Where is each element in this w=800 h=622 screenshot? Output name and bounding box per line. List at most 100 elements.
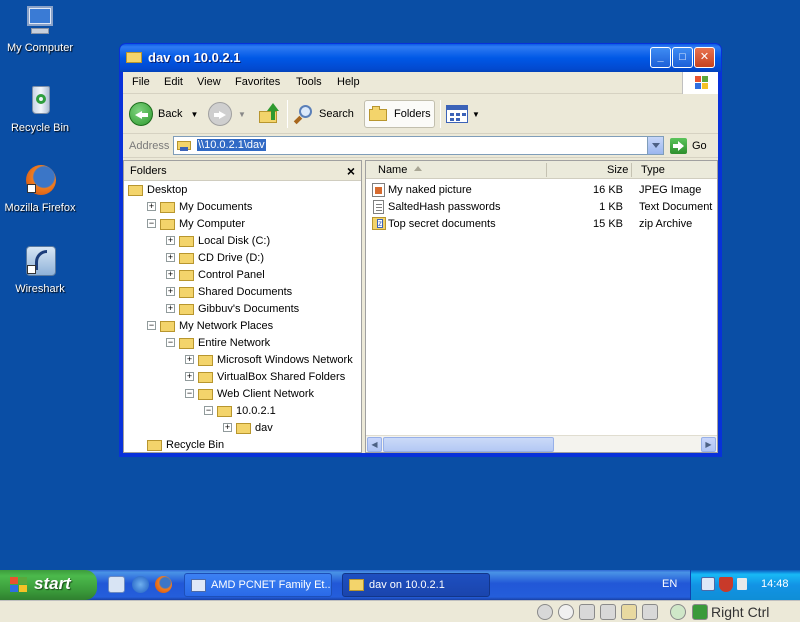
go-button[interactable]: Go: [670, 138, 707, 154]
file-row[interactable]: My naked picture 16 KB JPEG Image: [370, 182, 717, 199]
expand-icon[interactable]: +: [166, 253, 175, 262]
tree-item[interactable]: + Gibbuv's Documents: [166, 300, 299, 317]
desktop-icon-wireshark[interactable]: Wireshark: [0, 245, 80, 295]
tree-item[interactable]: − 10.0.2.1: [204, 402, 276, 419]
column-divider[interactable]: [631, 163, 632, 177]
volume-icon[interactable]: [737, 578, 747, 590]
desktop-icon-recycle-bin[interactable]: Recycle Bin: [0, 84, 80, 134]
tree-item[interactable]: − Web Client Network: [185, 385, 314, 402]
menu-tools[interactable]: Tools: [296, 76, 322, 88]
expand-icon[interactable]: +: [185, 372, 194, 381]
chevron-down-icon[interactable]: ▼: [190, 110, 198, 119]
desktop-icon-my-computer[interactable]: My Computer: [0, 4, 80, 54]
tree-item[interactable]: + Local Disk (C:): [166, 232, 270, 249]
folders-button[interactable]: Folders: [364, 100, 435, 128]
expand-icon[interactable]: +: [166, 270, 175, 279]
up-folder-button[interactable]: [259, 100, 281, 128]
hard-disk-icon[interactable]: [537, 604, 553, 620]
tree-item[interactable]: Recycle Bin: [147, 436, 224, 453]
scroll-right-icon[interactable]: ▶: [701, 437, 716, 452]
maximize-button[interactable]: □: [672, 47, 693, 68]
tree-item[interactable]: + Shared Documents: [166, 283, 292, 300]
tree-item[interactable]: − My Computer: [147, 215, 245, 232]
column-type[interactable]: Type: [641, 164, 665, 176]
back-button[interactable]: Back ▼: [129, 100, 198, 128]
desktop-icon-firefox[interactable]: Mozilla Firefox: [0, 164, 80, 214]
tree-item-label: My Documents: [179, 200, 253, 213]
tree-item[interactable]: + Microsoft Windows Network: [185, 351, 353, 368]
taskbar-task-amd-pcnet[interactable]: AMD PCNET Family Et...: [184, 573, 332, 597]
forward-button[interactable]: ▼: [208, 100, 246, 128]
expand-icon[interactable]: +: [166, 287, 175, 296]
tree-item-label: My Computer: [179, 217, 246, 230]
menu-view[interactable]: View: [197, 76, 221, 88]
cpu-icon[interactable]: [642, 604, 658, 620]
chevron-down-icon[interactable]: ▼: [238, 110, 246, 119]
tree-item[interactable]: + VirtualBox Shared Folders: [185, 368, 345, 385]
scroll-left-icon[interactable]: ◀: [367, 437, 382, 452]
mouse-integration-icon[interactable]: [670, 604, 686, 620]
tree-item[interactable]: − Entire Network: [166, 334, 270, 351]
minimize-button[interactable]: _: [650, 47, 671, 68]
network-status-icon[interactable]: [701, 577, 715, 591]
tree-item[interactable]: Desktop: [128, 181, 187, 198]
toolbar-separator: [287, 100, 288, 128]
language-indicator[interactable]: EN: [662, 578, 677, 590]
file-type: Text Document: [639, 201, 713, 213]
address-input[interactable]: \\10.0.2.1\dav: [173, 136, 664, 155]
file-row[interactable]: SaltedHash passwords 1 KB Text Document: [370, 199, 717, 216]
column-divider[interactable]: [546, 163, 547, 177]
expand-icon[interactable]: +: [223, 423, 232, 432]
expand-icon[interactable]: +: [166, 236, 175, 245]
show-desktop-icon[interactable]: [108, 576, 125, 593]
arrow-down-icon[interactable]: [692, 604, 708, 620]
collapse-icon[interactable]: −: [147, 219, 156, 228]
views-icon: [446, 105, 468, 123]
column-size[interactable]: Size: [607, 164, 628, 176]
optical-drive-icon[interactable]: [558, 604, 574, 620]
tree-item[interactable]: + My Documents: [147, 198, 252, 215]
window-title: dav on 10.0.2.1: [148, 50, 241, 65]
recycle-bin-icon: [23, 84, 57, 118]
usb-icon[interactable]: [579, 604, 595, 620]
tree-item[interactable]: − My Network Places: [147, 317, 273, 334]
shared-folders-icon[interactable]: [621, 604, 637, 620]
wireshark-icon: [23, 245, 57, 279]
title-bar[interactable]: dav on 10.0.2.1 _ □ ✕: [120, 44, 721, 72]
network-folder-icon: [177, 139, 192, 152]
system-tray: 14:48: [690, 570, 800, 600]
tree-item[interactable]: + Control Panel: [166, 266, 265, 283]
collapse-icon[interactable]: −: [166, 338, 175, 347]
firefox-icon[interactable]: [155, 576, 172, 593]
folder-icon: [179, 285, 195, 299]
windows-logo-icon: [682, 72, 718, 94]
menu-edit[interactable]: Edit: [164, 76, 183, 88]
chevron-down-icon[interactable]: [647, 137, 663, 154]
expand-icon[interactable]: +: [147, 202, 156, 211]
expand-icon[interactable]: +: [185, 355, 194, 364]
search-button[interactable]: Search: [293, 100, 354, 128]
column-name[interactable]: Name: [378, 164, 407, 176]
file-row[interactable]: z Top secret documents 15 KB zip Archive: [370, 216, 717, 233]
internet-explorer-icon[interactable]: [132, 576, 149, 593]
network-icon[interactable]: [600, 604, 616, 620]
views-button[interactable]: ▼: [446, 100, 480, 128]
security-shield-icon[interactable]: [719, 577, 733, 592]
collapse-icon[interactable]: −: [185, 389, 194, 398]
chevron-down-icon[interactable]: ▼: [472, 110, 480, 119]
horizontal-scrollbar[interactable]: ◀ ▶: [366, 435, 717, 452]
menu-file[interactable]: File: [132, 76, 150, 88]
close-icon[interactable]: ×: [347, 163, 355, 179]
expand-icon[interactable]: +: [166, 304, 175, 313]
menu-favorites[interactable]: Favorites: [235, 76, 280, 88]
scroll-thumb[interactable]: [383, 437, 554, 452]
taskbar-task-explorer[interactable]: dav on 10.0.2.1: [342, 573, 490, 597]
start-button[interactable]: start: [0, 570, 97, 600]
menu-help[interactable]: Help: [337, 76, 360, 88]
tree-item[interactable]: + CD Drive (D:): [166, 249, 264, 266]
tree-item[interactable]: + dav: [223, 419, 273, 436]
file-size: 16 KB: [593, 184, 623, 196]
collapse-icon[interactable]: −: [204, 406, 213, 415]
collapse-icon[interactable]: −: [147, 321, 156, 330]
close-button[interactable]: ✕: [694, 47, 715, 68]
